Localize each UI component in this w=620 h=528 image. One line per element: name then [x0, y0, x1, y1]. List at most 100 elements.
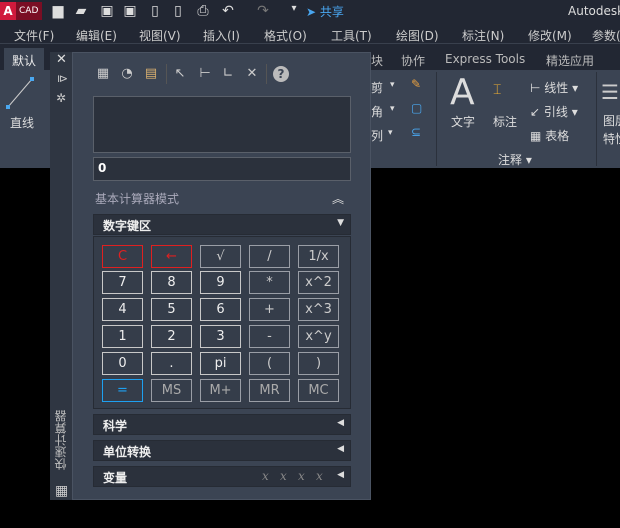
key-divide[interactable]: /	[249, 245, 290, 268]
key-2[interactable]: 2	[151, 325, 192, 348]
auto-hide-icon[interactable]: ⧐	[57, 72, 68, 85]
key-cube[interactable]: x^3	[298, 298, 339, 321]
key-5[interactable]: 5	[151, 298, 192, 321]
key-memory-clear[interactable]: MC	[298, 379, 339, 402]
save-as-icon[interactable]: ▣	[120, 3, 140, 19]
intersection-icon[interactable]: ✕	[244, 66, 260, 82]
menu-edit[interactable]: 编辑(E)	[76, 27, 117, 44]
save-icon[interactable]: ▣	[97, 3, 117, 19]
numpad-section-header[interactable]: 数字键区 ▼	[93, 214, 351, 235]
plot-icon[interactable]: ⎙	[193, 3, 213, 19]
text-icon[interactable]: A	[450, 72, 475, 113]
menu-modify[interactable]: 修改(M)	[528, 27, 572, 44]
delete-variable-icon[interactable]: x	[298, 469, 305, 483]
offset-icon[interactable]: ⊆	[411, 125, 421, 139]
redo-icon[interactable]: ↷	[253, 3, 273, 19]
key-multiply[interactable]: *	[249, 271, 290, 294]
key-memory-store[interactable]: MS	[151, 379, 192, 402]
open-icon[interactable]: ▰	[71, 3, 91, 19]
angle-icon[interactable]: ∟	[220, 66, 236, 82]
tab-featured-apps[interactable]: 精选应用	[546, 52, 594, 69]
line-icon[interactable]	[6, 76, 34, 110]
clear-icon[interactable]: ▦	[95, 66, 111, 82]
new-variable-icon[interactable]: x	[262, 469, 269, 483]
key-sqrt[interactable]: √	[200, 245, 241, 268]
tab-default[interactable]: 默认	[4, 48, 44, 70]
menu-parametric[interactable]: 参数(	[592, 27, 620, 44]
key-6[interactable]: 6	[200, 298, 241, 321]
key-0[interactable]: 0	[102, 352, 143, 375]
calculate-variable-icon[interactable]: x	[316, 469, 323, 483]
key-7[interactable]: 7	[102, 271, 143, 294]
variables-section-header[interactable]: 变量 x x x x ◀	[93, 466, 351, 487]
key-backspace[interactable]: ←	[151, 245, 192, 268]
scientific-section-header[interactable]: 科学 ◀	[93, 414, 351, 435]
menu-view[interactable]: 视图(V)	[139, 27, 181, 44]
key-power[interactable]: x^y	[298, 325, 339, 348]
menu-format[interactable]: 格式(O)	[264, 27, 307, 44]
key-decimal[interactable]: .	[151, 352, 192, 375]
fillet-dropdown-icon[interactable]: ▾	[390, 104, 395, 114]
key-clear[interactable]: C	[102, 245, 143, 268]
dimension-button[interactable]: 标注	[493, 113, 517, 130]
paste-to-command-line-icon[interactable]: ▤	[143, 66, 159, 82]
key-subtract[interactable]: -	[249, 325, 290, 348]
menu-insert[interactable]: 插入(I)	[203, 27, 240, 44]
app-logo[interactable]: A CAD	[0, 2, 42, 20]
key-equals[interactable]: =	[102, 379, 143, 402]
tab-collaborate[interactable]: 协作	[401, 52, 425, 69]
fillet-button[interactable]: 角	[371, 103, 383, 120]
key-open-paren[interactable]: (	[249, 352, 290, 375]
menu-dimension[interactable]: 标注(N)	[462, 27, 504, 44]
open-web-icon[interactable]: ▯	[145, 3, 165, 19]
array-dropdown-icon[interactable]: ▾	[388, 128, 393, 138]
menu-draw[interactable]: 绘图(D)	[396, 27, 439, 44]
annotation-panel-label[interactable]: 注释 ▾	[498, 151, 532, 168]
help-icon[interactable]: ?	[273, 66, 289, 82]
units-section-header[interactable]: 单位转换 ◀	[93, 440, 351, 461]
dimension-icon[interactable]: ⌶	[493, 82, 501, 98]
3d-box-icon[interactable]: ▢	[411, 101, 422, 115]
key-3[interactable]: 3	[200, 325, 241, 348]
key-memory-recall[interactable]: MR	[249, 379, 290, 402]
key-1[interactable]: 1	[102, 325, 143, 348]
key-close-paren[interactable]: )	[298, 352, 339, 375]
key-4[interactable]: 4	[102, 298, 143, 321]
linear-button[interactable]: ⊢ 线性 ▾	[530, 79, 578, 96]
clear-history-icon[interactable]: ◔	[119, 66, 135, 82]
layer-properties-button-line2[interactable]: 特性	[603, 130, 620, 147]
line-button[interactable]: 直线	[10, 114, 34, 131]
key-add[interactable]: +	[249, 298, 290, 321]
key-square[interactable]: x^2	[298, 271, 339, 294]
erase-icon[interactable]: ✎	[411, 77, 421, 91]
save-web-icon[interactable]: ▯	[168, 3, 188, 19]
menu-file[interactable]: 文件(F)	[14, 27, 54, 44]
text-button[interactable]: 文字	[451, 113, 475, 130]
distance-icon[interactable]: ⊢	[197, 66, 213, 82]
key-9[interactable]: 9	[200, 271, 241, 294]
trim-button[interactable]: 剪	[371, 79, 383, 96]
array-button[interactable]: 列	[371, 127, 383, 144]
customize-dropdown-icon[interactable]: ▾	[284, 3, 304, 14]
undo-icon[interactable]: ↶	[218, 3, 238, 19]
layer-properties-button[interactable]: 图层	[603, 112, 620, 129]
expression-input[interactable]: 0	[93, 157, 351, 181]
collapse-chevron-icon[interactable]: ︽	[332, 190, 344, 207]
leader-button[interactable]: ↙ 引线 ▾	[530, 103, 578, 120]
get-coordinates-icon[interactable]: ↖	[172, 66, 188, 82]
tab-express-tools[interactable]: Express Tools	[445, 52, 525, 66]
share-button[interactable]: ➤ 共享	[306, 3, 344, 20]
close-icon[interactable]: ✕	[56, 52, 67, 67]
key-pi[interactable]: pi	[200, 352, 241, 375]
key-8[interactable]: 8	[151, 271, 192, 294]
edit-variable-icon[interactable]: x	[280, 469, 287, 483]
tab-block[interactable]: 块	[371, 52, 383, 69]
table-button[interactable]: ▦ 表格	[530, 127, 569, 144]
layer-properties-icon[interactable]: ☰	[601, 80, 619, 104]
menu-tools[interactable]: 工具(T)	[331, 27, 372, 44]
key-memory-add[interactable]: M+	[200, 379, 241, 402]
properties-icon[interactable]: ✲	[56, 91, 66, 105]
key-reciprocal[interactable]: 1/x	[298, 245, 339, 268]
trim-dropdown-icon[interactable]: ▾	[390, 80, 395, 90]
new-icon[interactable]: ▆	[48, 3, 68, 19]
